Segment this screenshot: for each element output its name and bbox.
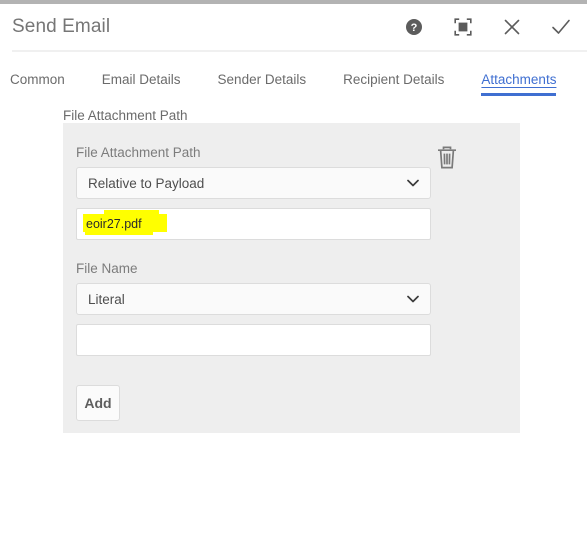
file-name-mode-select[interactable]: Literal [76,283,431,315]
field-label-file-name: File Name [76,261,138,276]
attachment-path-mode-value: Relative to Payload [88,175,205,191]
tab-attachments[interactable]: Attachments [481,72,557,96]
tab-sender-details[interactable]: Sender Details [218,72,307,96]
chevron-down-icon [407,295,419,303]
page-title: Send Email [12,16,111,37]
title-bar-actions: ? [402,15,573,39]
file-name-mode-value: Literal [88,291,125,307]
maximize-icon[interactable] [451,15,475,39]
svg-text:?: ? [411,22,418,34]
confirm-check-icon[interactable] [549,15,573,39]
attachment-entry-panel: File Attachment Path Relative to Payload… [63,123,520,433]
file-attachment-path-group: File Attachment Path Relative to Payload… [76,145,433,240]
tab-recipient-details[interactable]: Recipient Details [343,72,444,96]
chevron-down-icon [407,179,419,187]
attachment-path-mode-select[interactable]: Relative to Payload [76,167,431,199]
title-divider [12,50,587,52]
attachment-path-value: eoir27.pdf [86,217,142,231]
file-name-group: File Name Literal [76,261,433,356]
section-label-file-attachment-path: File Attachment Path [63,108,188,123]
trash-icon[interactable] [435,145,459,171]
add-button[interactable]: Add [76,385,120,421]
tab-bar: Common Email Details Sender Details Reci… [10,72,557,96]
file-name-input[interactable] [76,324,431,356]
tab-common[interactable]: Common [10,72,65,96]
dialog-title-bar: Send Email ? [0,4,587,50]
highlight-annotation: eoir27.pdf [83,210,167,235]
tab-email-details[interactable]: Email Details [102,72,181,96]
close-icon[interactable] [500,15,524,39]
help-icon[interactable]: ? [402,15,426,39]
attachment-path-input[interactable]: eoir27.pdf [76,208,431,240]
field-label-file-attachment-path: File Attachment Path [76,145,201,160]
